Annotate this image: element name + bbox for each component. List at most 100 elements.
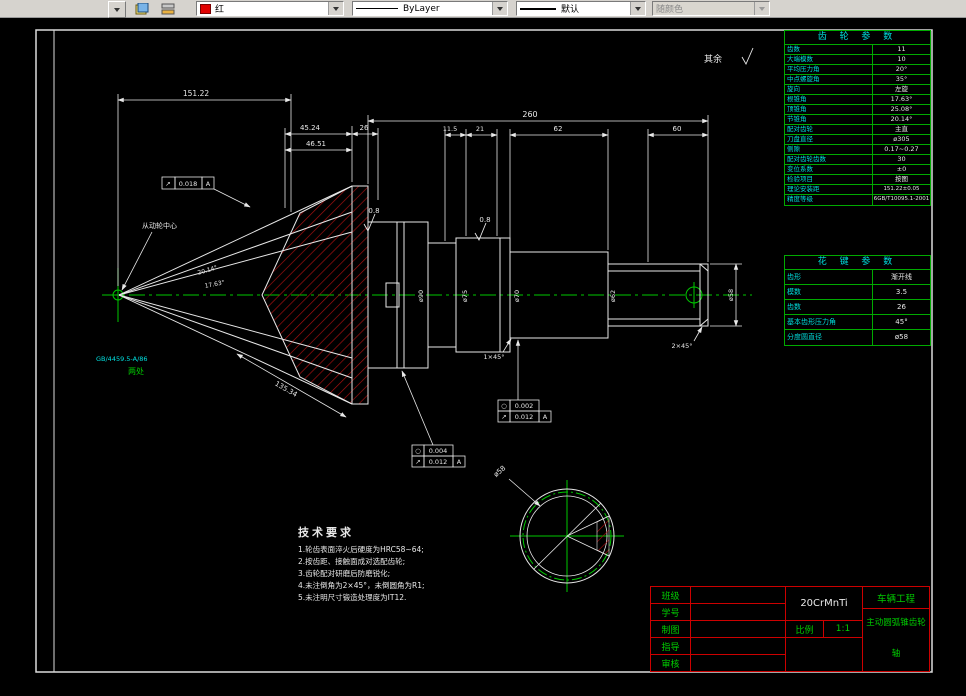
tol3a-symbol: ○	[415, 447, 421, 455]
note-texts: 其余 从动轮中心 GB/4459.5-A/86 两处	[96, 53, 722, 376]
dim-260: 260	[522, 110, 537, 119]
layer-combo-arrow[interactable]	[108, 1, 126, 18]
surface-finish-note: 其余	[704, 53, 722, 65]
dim-46-51: 46.51	[306, 140, 326, 148]
dim-60: 60	[673, 125, 682, 133]
table-row: 分度圆直径 ø58	[785, 330, 930, 345]
lineweight-sample-icon	[520, 7, 556, 10]
annotations	[363, 47, 754, 242]
scale-label-cell: 比例	[786, 621, 824, 638]
two-places-note: 两处	[128, 366, 144, 376]
object-properties-toolbar: 红 ByLayer 默认 随颜色	[0, 0, 966, 18]
scale-value-cell: 1:1	[824, 621, 863, 638]
chamfer-2x45: 2×45°	[671, 342, 692, 350]
tech-req-title: 技术要求	[298, 526, 354, 539]
tol2b-symbol: ↗	[501, 413, 506, 421]
table-row: 平均压力角 20°	[785, 65, 930, 75]
material-cell: 20CrMnTi	[786, 587, 863, 621]
tol2b-value: 0.012	[515, 413, 534, 421]
titleblock-label-checked: 审核	[651, 655, 691, 671]
titleblock-blank-cell	[691, 638, 786, 655]
dimension-texts: 151.22 45.24 26 46.51 260 11.5 21 62 60 …	[183, 89, 735, 399]
titleblock-label-class: 班级	[651, 587, 691, 604]
table-row: 变位系数 ±0	[785, 165, 930, 175]
layer-properties-button[interactable]	[132, 1, 152, 17]
spline-section-view: ø58	[492, 464, 624, 592]
layers-icon	[135, 2, 149, 14]
linetype-combo[interactable]: ByLayer	[352, 1, 508, 16]
table-row: 模数 3.5	[785, 285, 930, 300]
cad-application-window: 红 ByLayer 默认 随颜色 151.22 45.24 26 46.51 2…	[0, 0, 966, 696]
dia-62: ø62	[609, 290, 617, 302]
color-combo[interactable]: 红	[196, 1, 344, 16]
linetype-combo-label: ByLayer	[403, 3, 440, 14]
chevron-down-icon	[497, 6, 503, 11]
titleblock-label-student-id: 学号	[651, 604, 691, 621]
chevron-down-icon	[759, 6, 765, 11]
titleblock-blank-cell	[691, 621, 786, 638]
dim-26: 26	[360, 124, 369, 132]
table-row: 检验项目 按图	[785, 175, 930, 185]
lineweight-combo-dropdown[interactable]	[630, 2, 645, 15]
dia-70: ø70	[513, 290, 521, 302]
model-space-canvas[interactable]: 151.22 45.24 26 46.51 260 11.5 21 62 60 …	[0, 18, 966, 696]
tol3a-value: 0.004	[429, 447, 448, 455]
roughness-0-8-b: 0.8	[479, 216, 490, 224]
table-row: 顶锥角 25.08°	[785, 105, 930, 115]
chevron-down-icon	[333, 6, 339, 11]
table-row: 中点螺旋角 35°	[785, 75, 930, 85]
technical-requirements: 技术要求 1.轮齿表面淬火后硬度为HRC58~64; 2.按齿距、接触面成对选配…	[298, 524, 425, 604]
tech-req-line: 1.轮齿表面淬火后硬度为HRC58~64;	[298, 545, 424, 554]
plotstyle-combo[interactable]: 随颜色	[652, 1, 770, 16]
table-row: 基本齿形压力角 45°	[785, 315, 930, 330]
tech-req-line: 3.齿轮配对研磨后防磨锐化;	[298, 569, 391, 578]
table-row: 节锥角 20.14°	[785, 115, 930, 125]
tol2a-value: 0.002	[515, 402, 534, 410]
dia-75: ø75	[461, 290, 469, 302]
linetype-sample-icon	[356, 8, 398, 9]
titleblock-blank-cell	[786, 638, 863, 671]
table-row: 齿形 渐开线	[785, 270, 930, 285]
linetype-combo-dropdown[interactable]	[492, 2, 507, 15]
tol2b-datum: A	[543, 413, 548, 421]
lineweight-combo-label: 默认	[561, 5, 580, 15]
tech-req-line: 2.按齿距、接触面成对选配齿轮;	[298, 557, 406, 566]
table-row: 刀盘直径 ø305	[785, 135, 930, 145]
table-row: 精度等级 6GB/T10095.1-2001	[787, 195, 930, 205]
angle-17-63: 17.63°	[204, 279, 225, 290]
table-row: 齿数 26	[785, 300, 930, 315]
tol1-value: 0.018	[179, 180, 198, 188]
section-dia-58: ø58	[492, 464, 507, 479]
color-combo-label: 红	[215, 5, 225, 15]
dim-45-24: 45.24	[300, 124, 321, 132]
dia-90: ø90	[417, 290, 425, 302]
table-row: 配对齿轮 主直	[785, 125, 930, 135]
tech-req-line: 4.未注倒角为2×45°，未倒圆角为R1;	[298, 581, 425, 590]
dim-21: 21	[476, 125, 484, 133]
tol3b-value: 0.012	[429, 458, 448, 466]
titleblock-label-drawn-by: 制图	[651, 621, 691, 638]
table-row: 侧隙 0.17~0.27	[785, 145, 930, 155]
layer-states-button[interactable]	[158, 1, 178, 17]
tech-req-line: 5.未注明尺寸锻造处理度为IT12.	[298, 593, 407, 602]
titleblock-label-advisor: 指导	[651, 638, 691, 655]
title-block: 班级 学号 制图 指导 审核 20CrMnTi 比例 1:1 车辆工程 主动圆弧…	[650, 586, 930, 672]
tol3b-datum: A	[457, 458, 462, 466]
tol1-datum: A	[206, 180, 211, 188]
table-row: 旋向 左旋	[785, 85, 930, 95]
spline-table-title: 花 键 参 数	[785, 256, 930, 270]
plotstyle-combo-dropdown[interactable]	[754, 2, 769, 15]
table-row: 理论安装距 151.22±0.05	[785, 185, 930, 195]
part-name-cell: 主动圆弧锥齿轮	[866, 618, 926, 628]
color-combo-dropdown[interactable]	[328, 2, 343, 15]
titleblock-blank-cell	[691, 655, 786, 671]
lineweight-combo[interactable]: 默认	[516, 1, 646, 16]
driven-center-note: 从动轮中心	[142, 221, 177, 230]
plotstyle-combo-label: 随颜色	[656, 5, 684, 15]
titleblock-blank-cell	[691, 604, 786, 621]
tol3b-symbol: ↗	[415, 458, 420, 466]
dim-11-5: 11.5	[443, 125, 457, 133]
dim-mounting-distance: 151.22	[183, 89, 209, 98]
spline-parameter-table: 花 键 参 数 齿形 渐开线 模数 3.5 齿数 26 基本齿形压力角 45° 分度圆直…	[784, 255, 931, 346]
table-row: 配对齿轮齿数 30	[785, 155, 930, 165]
